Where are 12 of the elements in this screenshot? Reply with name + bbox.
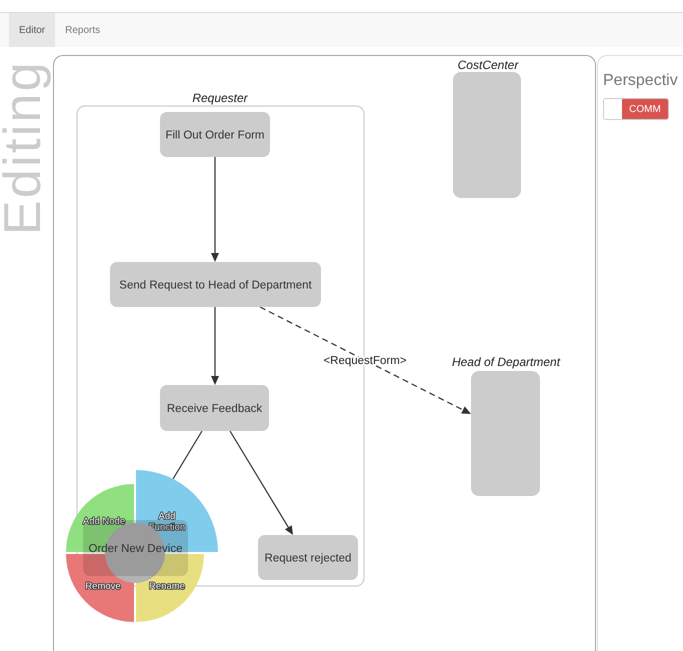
toggle-switch[interactable]: COMM: [603, 98, 669, 120]
process-node: Send Request to Head of Department: [110, 262, 321, 307]
process-node: Fill Out Order Form: [160, 112, 270, 157]
lane-title: Head of Department: [452, 355, 560, 369]
lane-title: CostCenter: [458, 58, 518, 72]
process-node: Request rejected: [258, 535, 358, 580]
edge-label: <RequestForm>: [323, 355, 407, 367]
nav-tab[interactable]: Editor: [9, 13, 56, 47]
panel-title: Perspectiv: [603, 72, 678, 90]
nav-tab[interactable]: Reports: [55, 13, 110, 47]
process-node: Receive Feedback: [160, 385, 269, 431]
lane-title: Requester: [192, 91, 248, 105]
